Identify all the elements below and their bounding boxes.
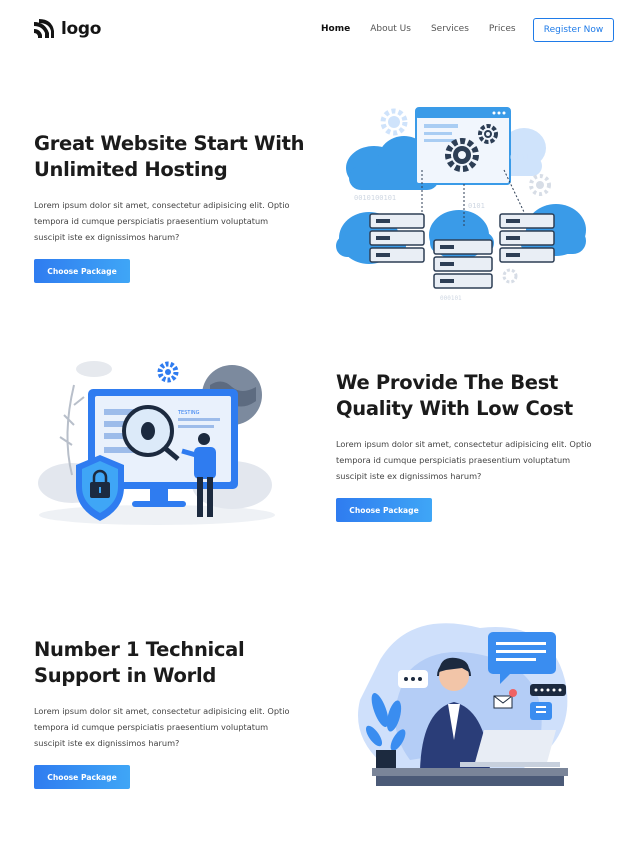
- title-line: We Provide The Best: [336, 371, 559, 394]
- support-section: Number 1 Technical Support in World Lore…: [34, 637, 324, 789]
- desc-line: suscipit iste ex dignissimos harum?: [336, 471, 482, 481]
- title-line: Great Website Start With: [34, 132, 305, 155]
- quality-section: We Provide The Best Quality With Low Cos…: [336, 370, 626, 522]
- nav-services[interactable]: Services: [431, 24, 469, 34]
- mail-icon: [493, 695, 513, 709]
- binary-text: 0010100101: [354, 194, 396, 202]
- security-testing-illustration: TESTING: [38, 361, 275, 525]
- title-line: Unlimited Hosting: [34, 158, 228, 181]
- desc-line: Lorem ipsum dolor sit amet, consectetur …: [336, 439, 592, 449]
- nav-about-us[interactable]: About Us: [370, 24, 411, 34]
- logo-text: logo: [61, 19, 102, 39]
- testing-label: TESTING: [177, 410, 200, 416]
- desc-line: tempora id cumque perspiciatis praesenti…: [336, 455, 571, 465]
- logo-icon: [34, 19, 54, 38]
- logo[interactable]: logo: [33, 19, 101, 39]
- register-now-button[interactable]: Register Now: [533, 18, 614, 42]
- desc-line: suscipit iste ex dignissimos harum?: [34, 738, 180, 748]
- server-rack: [433, 239, 493, 289]
- hosting-section: Great Website Start With Unlimited Hosti…: [34, 131, 324, 283]
- gear-icon: [502, 268, 518, 284]
- hosting-cloud-illustration: 0101 0010100101 0101 000101: [336, 107, 586, 302]
- desc-line: suscipit iste ex dignissimos harum?: [34, 232, 180, 242]
- binary-text: 0101: [510, 153, 529, 162]
- choose-package-button[interactable]: Choose Package: [34, 765, 130, 789]
- server-rack: [499, 213, 555, 263]
- desc-line: Lorem ipsum dolor sit amet, consectetur …: [34, 200, 290, 210]
- nav-home[interactable]: Home: [321, 24, 350, 34]
- section-description: Lorem ipsum dolor sit amet, consectetur …: [336, 436, 626, 484]
- site-header: logo Home About Us Services Prices Regis…: [0, 0, 644, 62]
- choose-package-button[interactable]: Choose Package: [336, 498, 432, 522]
- section-description: Lorem ipsum dolor sit amet, consectetur …: [34, 197, 324, 245]
- desc-line: Lorem ipsum dolor sit amet, consectetur …: [34, 706, 290, 716]
- choose-package-button[interactable]: Choose Package: [34, 259, 130, 283]
- nav-prices[interactable]: Prices: [489, 24, 516, 34]
- title-line: Number 1 Technical: [34, 638, 245, 661]
- section-title: We Provide The Best Quality With Low Cos…: [336, 370, 626, 422]
- desc-line: tempora id cumque perspiciatis praesenti…: [34, 216, 269, 226]
- phone-icon: [530, 702, 552, 720]
- main-nav: Home About Us Services Prices: [321, 24, 536, 34]
- desc-line: tempora id cumque perspiciatis praesenti…: [34, 722, 269, 732]
- section-title: Number 1 Technical Support in World: [34, 637, 324, 689]
- section-description: Lorem ipsum dolor sit amet, consectetur …: [34, 703, 324, 751]
- gear-icon: [380, 108, 408, 136]
- title-line: Support in World: [34, 664, 216, 687]
- section-title: Great Website Start With Unlimited Hosti…: [34, 131, 324, 183]
- support-agent-illustration: [358, 623, 568, 786]
- binary-text: 0101: [468, 202, 485, 210]
- title-line: Quality With Low Cost: [336, 397, 573, 420]
- server-rack: [369, 213, 425, 263]
- binary-text: 000101: [440, 295, 462, 302]
- gear-icon: [529, 174, 551, 196]
- gear-icon: [157, 361, 179, 383]
